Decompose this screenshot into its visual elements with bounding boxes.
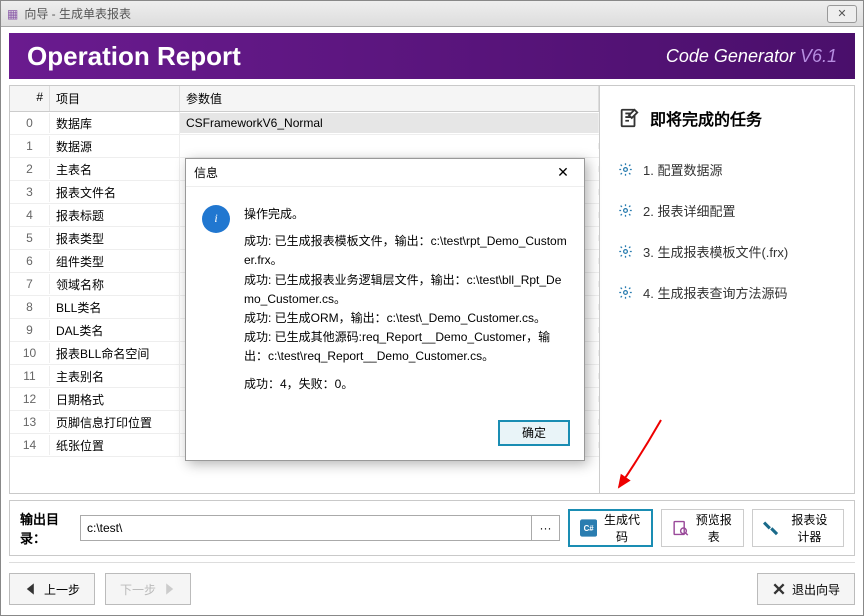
exit-button[interactable]: 退出向导 [757, 573, 855, 605]
output-path-input[interactable] [80, 515, 532, 541]
dialog-ok-button[interactable]: 确定 [498, 420, 570, 446]
report-designer-button[interactable]: 报表设计器 [752, 509, 844, 547]
gear-icon [618, 162, 633, 177]
dialog-message: 操作完成。 成功: 已生成报表模板文件，输出：c:\test\rpt_Demo_… [244, 205, 568, 402]
gear-icon [618, 244, 633, 259]
exit-icon [772, 582, 786, 596]
side-panel: 即将完成的任务 1. 配置数据源 2. 报表详细配置 3. 生成报表模板文件(.fr… [600, 86, 854, 493]
prev-icon [24, 582, 38, 596]
tasks-icon [618, 107, 640, 129]
preview-report-button[interactable]: 预览报表 [661, 509, 744, 547]
info-icon: i [202, 205, 230, 233]
window-close-button[interactable]: ✕ [827, 5, 857, 23]
col-header-value: 参数值 [180, 86, 599, 111]
dialog-close-button[interactable]: ✕ [550, 163, 576, 183]
banner: Operation Report Code Generator V6.1 [9, 33, 855, 79]
generate-code-button[interactable]: C# 生成代码 [568, 509, 653, 547]
next-icon [162, 582, 176, 596]
browse-button[interactable]: ··· [532, 515, 560, 541]
output-path-box: ··· [80, 515, 560, 541]
next-button[interactable]: 下一步 [105, 573, 191, 605]
grid-header: # 项目 参数值 [10, 86, 599, 112]
table-row[interactable]: 1数据源 [10, 135, 599, 158]
csharp-icon: C# [580, 517, 597, 539]
wizard-nav: 上一步 下一步 退出向导 [9, 562, 855, 605]
col-header-index: # [10, 86, 50, 111]
titlebar: ▦ 向导 - 生成单表报表 ✕ [1, 1, 863, 27]
task-item: 3. 生成报表模板文件(.frx) [618, 242, 836, 261]
output-bar: 输出目录： ··· C# 生成代码 预览报表 报表设计器 [9, 500, 855, 556]
task-item: 2. 报表详细配置 [618, 201, 836, 220]
app-icon: ▦ [7, 7, 18, 21]
gear-icon [618, 285, 633, 300]
task-item: 4. 生成报表查询方法源码 [618, 283, 836, 302]
window-title: 向导 - 生成单表报表 [24, 5, 131, 22]
dialog-title: 信息 [194, 164, 218, 181]
info-dialog: 信息 ✕ i 操作完成。 成功: 已生成报表模板文件，输出：c:\test\rp… [185, 158, 585, 461]
prev-button[interactable]: 上一步 [9, 573, 95, 605]
dialog-titlebar: 信息 ✕ [186, 159, 584, 187]
preview-icon [672, 517, 689, 539]
output-label: 输出目录： [20, 509, 72, 547]
task-item: 1. 配置数据源 [618, 160, 836, 179]
table-row[interactable]: 0数据库CSFrameworkV6_Normal [10, 112, 599, 135]
brand: Code Generator V6.1 [666, 46, 837, 67]
designer-icon [763, 517, 780, 539]
gear-icon [618, 203, 633, 218]
page-title: Operation Report [27, 41, 666, 72]
svg-text:C#: C# [584, 524, 595, 533]
side-title: 即将完成的任务 [618, 106, 836, 130]
col-header-name: 项目 [50, 86, 180, 111]
